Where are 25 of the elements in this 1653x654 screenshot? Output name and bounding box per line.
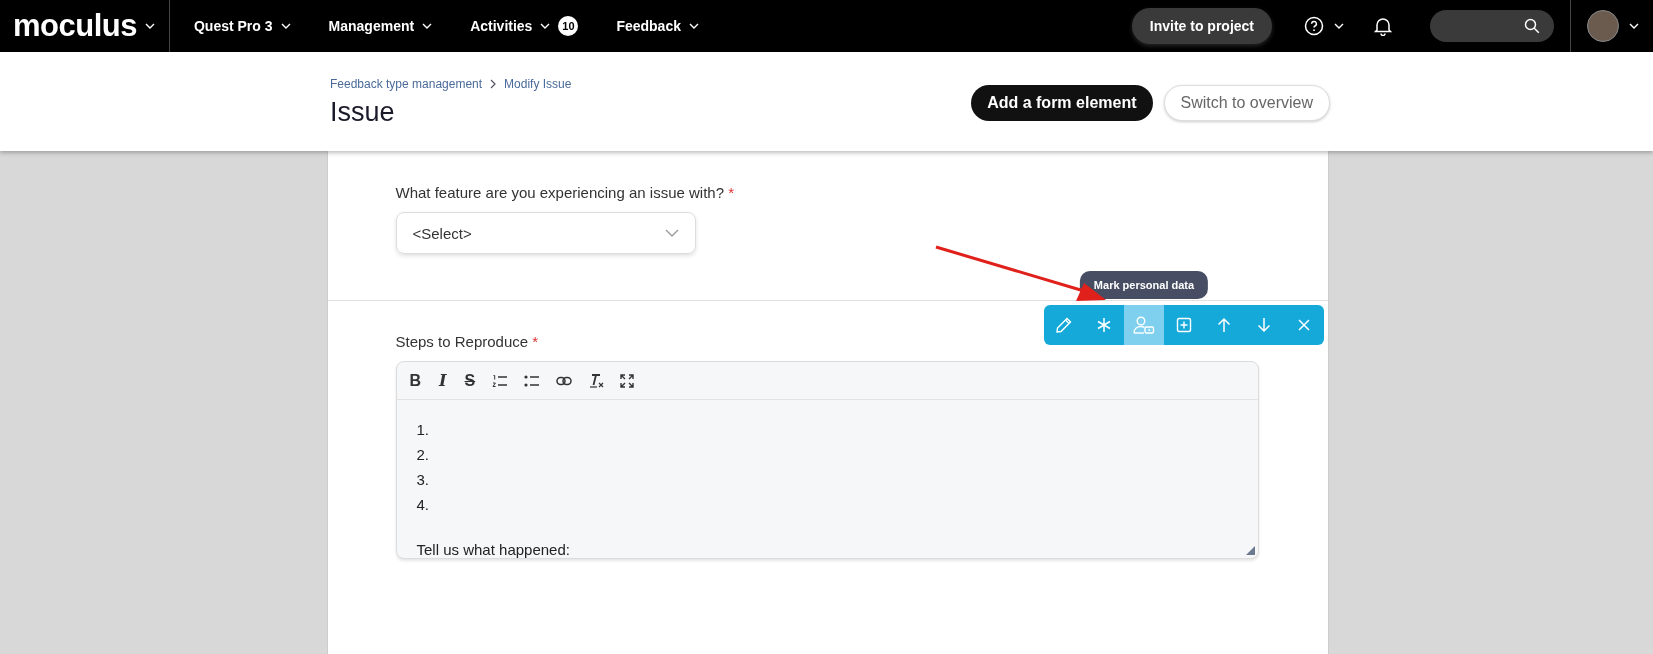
field-label: Steps to Reproduce * [395, 333, 540, 350]
nav-menu[interactable]: Management [328, 18, 415, 34]
tooltip: Mark personal data [1079, 271, 1209, 299]
list-number: 4. [416, 495, 430, 515]
field-label: What feature are you experiencing an issue with? * [395, 184, 736, 201]
add-element-button[interactable]: Add a form element [971, 85, 1153, 121]
nav-menu[interactable]: Feedback [616, 18, 681, 34]
page-title: Issue [330, 97, 396, 128]
select-dropdown[interactable]: <Select> [395, 212, 696, 254]
list-number: 3. [416, 470, 430, 490]
nav-menu[interactable]: Activities [470, 18, 533, 34]
rich-text-editor[interactable]: B I S 1. 2. 3. 4. Tell us what happened: [395, 361, 1259, 559]
list-number: 1. [416, 420, 430, 440]
editor-text: Tell us what happened: [416, 541, 571, 558]
breadcrumb-link[interactable]: Feedback type management [330, 77, 483, 91]
strike-button[interactable]: S [463, 371, 477, 390]
italic-button[interactable]: I [438, 371, 448, 390]
logo[interactable]: moculus [13, 8, 137, 44]
count-badge: 10 [558, 16, 579, 36]
breadcrumb-link[interactable]: Modify Issue [504, 77, 572, 91]
invite-button[interactable]: Invite to project [1131, 8, 1272, 44]
list-number: 2. [416, 445, 430, 465]
bold-button[interactable]: B [408, 371, 423, 390]
nav-menu[interactable]: Quest Pro 3 [193, 18, 273, 34]
overview-button[interactable]: Switch to overview [1163, 85, 1330, 121]
